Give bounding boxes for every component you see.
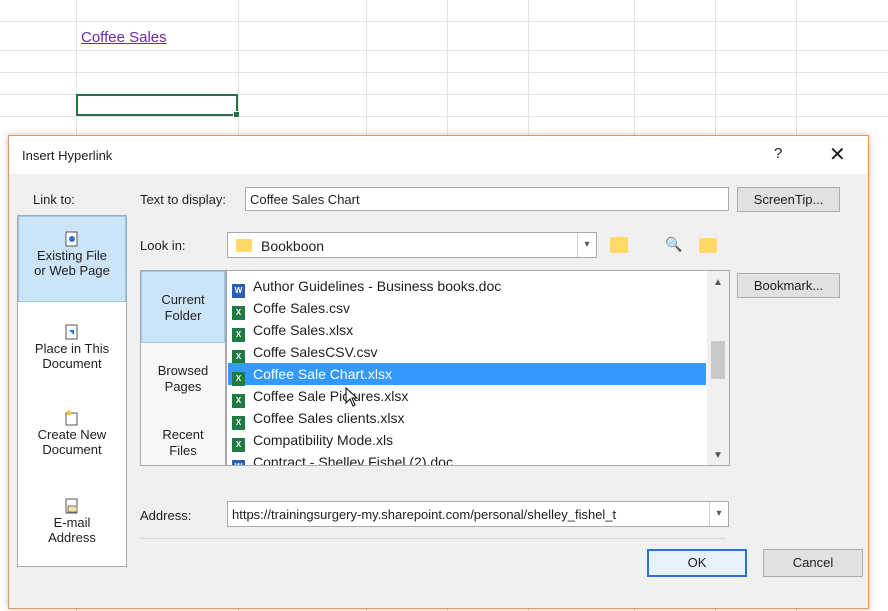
list-item[interactable]: X Compatibility Mode.xls (228, 429, 706, 452)
chevron-down-icon[interactable]: ▾ (709, 502, 728, 526)
email-icon (65, 498, 78, 514)
address-value: https://trainingsurgery-my.sharepoint.co… (232, 507, 617, 522)
grid-line (0, 116, 888, 117)
active-cell[interactable] (76, 94, 240, 118)
list-item[interactable]: W Contract - Shelley Fishel (2).doc (228, 451, 706, 466)
fill-handle[interactable] (233, 111, 240, 118)
link-to-existing-file[interactable]: Existing File or Web Page (18, 216, 126, 302)
browse-file-icon[interactable] (695, 232, 721, 256)
tab-label-2: Folder (164, 308, 202, 323)
link-to-label-2: Document (42, 442, 102, 457)
up-one-folder-icon[interactable] (606, 232, 632, 256)
look-in-label: Look in: (140, 238, 186, 253)
dialog-title: Insert Hyperlink (22, 148, 113, 163)
text-to-display-input[interactable]: Coffee Sales Chart (245, 187, 729, 211)
browse-web-icon[interactable]: 🔍 (661, 232, 687, 256)
file-name: Coffee Sales clients.xlsx (253, 410, 405, 426)
tab-browsed-pages[interactable]: Browsed Pages (141, 355, 225, 419)
file-name: Author Guidelines - Business books.doc (253, 278, 502, 294)
help-button[interactable]: ? (774, 145, 782, 162)
tab-label-2: Pages (164, 379, 202, 394)
excel-file-icon: X (232, 372, 245, 386)
bookmark-button[interactable]: Bookmark... (737, 273, 840, 298)
excel-file-icon: X (232, 394, 245, 408)
scroll-thumb[interactable] (711, 341, 725, 379)
excel-file-icon: X (232, 438, 245, 452)
excel-file-icon: X (232, 350, 245, 364)
text-to-display-label: Text to display: (140, 192, 226, 207)
list-item[interactable]: X Coffee Sales clients.xlsx (228, 407, 706, 430)
link-to-label: Link to: (33, 192, 75, 207)
file-name: Contract - Shelley Fishel (2).doc (253, 454, 453, 466)
list-item[interactable]: X Coffe Sales.xlsx (228, 319, 706, 342)
tab-label-1: Recent (162, 427, 204, 442)
grid-line (0, 50, 888, 51)
file-name: Coffee Sale Chart.xlsx (253, 366, 393, 382)
ok-button[interactable]: OK (647, 549, 747, 577)
place-in-document-icon (65, 324, 78, 340)
list-item[interactable]: X Coffe SalesCSV.csv (228, 341, 706, 364)
chevron-down-icon[interactable]: ▾ (577, 233, 596, 257)
link-to-label-2: or Web Page (34, 263, 110, 278)
link-to-create-new-document[interactable]: Create New Document (18, 402, 126, 480)
link-to-label-1: Create New (37, 427, 107, 442)
tab-label-2: Files (169, 443, 197, 458)
word-file-icon: W (232, 284, 245, 298)
excel-file-icon: X (232, 306, 245, 320)
list-item[interactable]: W Author Guidelines - Business books.doc (228, 275, 706, 298)
grid-line (0, 72, 888, 73)
tab-label-1: Current (161, 292, 205, 307)
mouse-cursor-icon (345, 387, 359, 407)
link-to-email-address[interactable]: E-mail Address (18, 490, 126, 568)
hyperlink-cell[interactable]: Coffee Sales (81, 29, 167, 46)
browse-tabs: Current Folder Browsed Pages Recent File… (140, 270, 226, 466)
create-new-document-icon (65, 410, 78, 426)
close-button[interactable]: ✕ (829, 142, 846, 167)
grid-line (0, 21, 888, 22)
folder-icon (236, 239, 252, 252)
file-list: W Author Guidelines - Business books.doc … (226, 270, 730, 466)
link-to-label-1: E-mail (53, 515, 91, 530)
address-label: Address: (140, 508, 192, 523)
vertical-scrollbar[interactable]: ▲ ▼ (707, 271, 729, 465)
link-to-sidebar: Existing File or Web Page Place in This … (17, 215, 127, 567)
scroll-up-icon[interactable]: ▲ (707, 277, 729, 288)
link-to-place-in-document[interactable]: Place in This Document (18, 316, 126, 394)
file-name: Coffe Sales.xlsx (253, 322, 354, 338)
tab-recent-files[interactable]: Recent Files (141, 421, 225, 471)
file-name: Compatibility Mode.xls (253, 432, 394, 448)
word-file-icon: W (232, 460, 245, 465)
link-to-label-2: Document (42, 356, 102, 371)
file-name: Coffe Sales.csv (253, 300, 351, 316)
address-input[interactable]: https://trainingsurgery-my.sharepoint.co… (227, 501, 729, 527)
excel-file-icon: X (232, 416, 245, 430)
insert-hyperlink-dialog: Insert Hyperlink ? ✕ Link to: Text to di… (8, 135, 869, 609)
link-to-label-1: Existing File (36, 248, 108, 263)
excel-file-icon: X (232, 328, 245, 342)
file-name: Coffe SalesCSV.csv (253, 344, 378, 360)
existing-file-icon (65, 231, 78, 247)
scroll-down-icon[interactable]: ▼ (707, 450, 729, 461)
divider (140, 538, 726, 539)
dialog-titlebar: Insert Hyperlink ? ✕ (9, 136, 868, 174)
link-to-label-1: Place in This (34, 341, 110, 356)
look-in-value: Bookboon (261, 238, 325, 254)
link-to-label-2: Address (48, 530, 96, 545)
tab-label-1: Browsed (157, 363, 209, 378)
file-name: Coffee Sale Pictures.xlsx (253, 388, 409, 404)
look-in-dropdown[interactable]: Bookboon ▾ (227, 232, 597, 258)
list-item[interactable]: X Coffee Sale Chart.xlsx (228, 363, 706, 386)
screentip-button[interactable]: ScreenTip... (737, 187, 840, 212)
tab-current-folder[interactable]: Current Folder (141, 271, 225, 343)
cancel-button[interactable]: Cancel (763, 549, 863, 577)
list-item[interactable]: X Coffe Sales.csv (228, 297, 706, 320)
list-item[interactable]: X Coffee Sale Pictures.xlsx (228, 385, 706, 408)
